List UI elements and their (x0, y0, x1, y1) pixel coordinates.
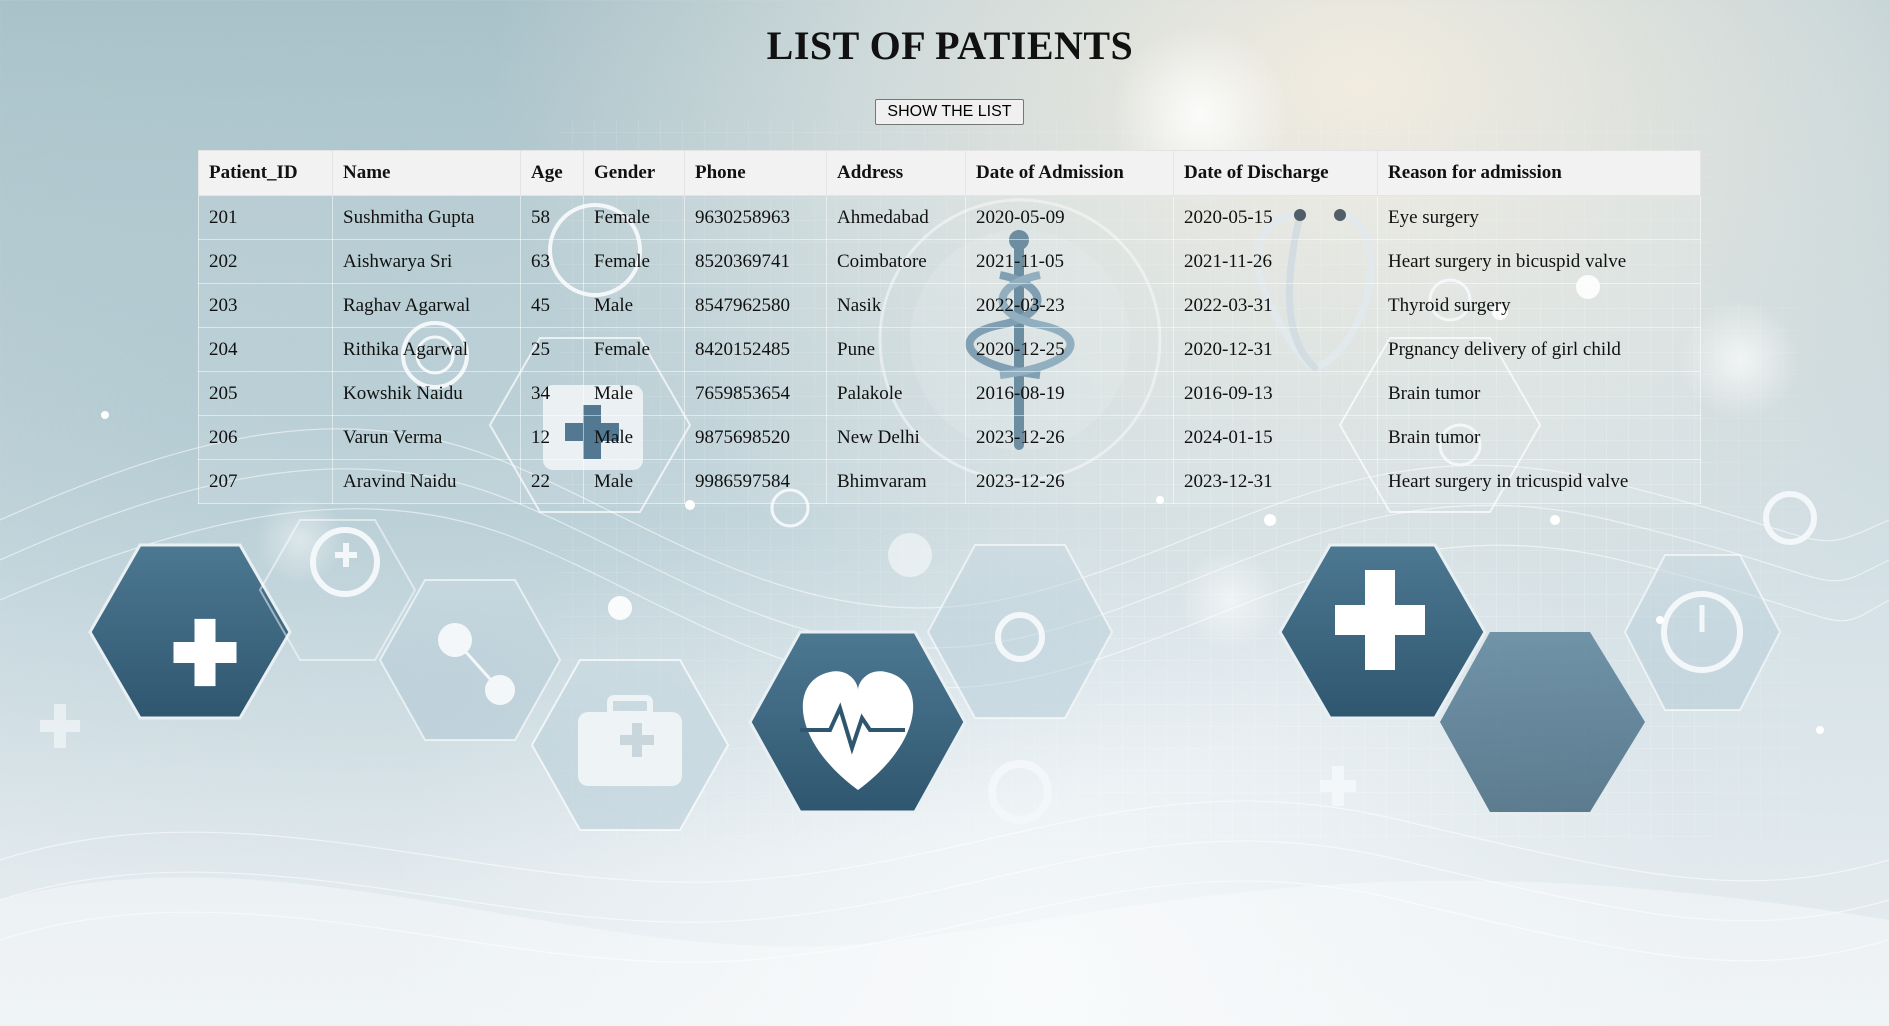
cell-phone: 8420152485 (684, 327, 827, 372)
cell-gender: Female (583, 327, 685, 372)
cell-patient-id: 205 (198, 371, 333, 416)
cell-patient-id: 207 (198, 459, 333, 504)
cell-phone: 9875698520 (684, 415, 827, 460)
cell-address: Ahmedabad (826, 195, 966, 240)
cell-name: Varun Verma (332, 415, 521, 460)
cell-age: 25 (520, 327, 584, 372)
cell-age: 34 (520, 371, 584, 416)
cell-gender: Female (583, 239, 685, 284)
cell-phone: 8520369741 (684, 239, 827, 284)
cell-age: 12 (520, 415, 584, 460)
header-reason: Reason for admission (1377, 150, 1701, 196)
header-address: Address (826, 150, 966, 196)
table-row: 202 Aishwarya Sri 63 Female 8520369741 C… (198, 239, 1701, 284)
header-discharge-date: Date of Discharge (1173, 150, 1378, 196)
cell-admission-date: 2023-12-26 (965, 415, 1174, 460)
header-age: Age (520, 150, 584, 196)
cell-admission-date: 2023-12-26 (965, 459, 1174, 504)
table-row: 205 Kowshik Naidu 34 Male 7659853654 Pal… (198, 371, 1701, 416)
cell-age: 45 (520, 283, 584, 328)
cell-name: Aravind Naidu (332, 459, 521, 504)
cell-discharge-date: 2022-03-31 (1173, 283, 1378, 328)
table-row: 201 Sushmitha Gupta 58 Female 9630258963… (198, 195, 1701, 240)
medical-cross-icon (88, 543, 292, 720)
header-patient-id: Patient_ID (198, 150, 333, 196)
cell-discharge-date: 2021-11-26 (1173, 239, 1378, 284)
header-admission-date: Date of Admission (965, 150, 1174, 196)
cell-name: Sushmitha Gupta (332, 195, 521, 240)
cell-patient-id: 206 (198, 415, 333, 460)
patients-table-container: Patient_ID Name Age Gender Phone Address… (198, 150, 1701, 504)
cell-reason: Heart surgery in bicuspid valve (1377, 239, 1701, 284)
cell-phone: 9986597584 (684, 459, 827, 504)
cell-reason: Thyroid surgery (1377, 283, 1701, 328)
cell-name: Raghav Agarwal (332, 283, 521, 328)
table-row: 203 Raghav Agarwal 45 Male 8547962580 Na… (198, 283, 1701, 328)
cell-discharge-date: 2024-01-15 (1173, 415, 1378, 460)
cell-reason: Brain tumor (1377, 371, 1701, 416)
cell-reason: Prgnancy delivery of girl child (1377, 327, 1701, 372)
cell-phone: 7659853654 (684, 371, 827, 416)
header-name: Name (332, 150, 521, 196)
cell-discharge-date: 2020-12-31 (1173, 327, 1378, 372)
cell-gender: Male (583, 283, 685, 328)
table-header-row: Patient_ID Name Age Gender Phone Address… (198, 150, 1701, 196)
cell-discharge-date: 2016-09-13 (1173, 371, 1378, 416)
cell-admission-date: 2022-03-23 (965, 283, 1174, 328)
cell-discharge-date: 2023-12-31 (1173, 459, 1378, 504)
cell-admission-date: 2016-08-19 (965, 371, 1174, 416)
cell-patient-id: 202 (198, 239, 333, 284)
show-list-button[interactable]: SHOW THE LIST (875, 99, 1024, 125)
cell-gender: Male (583, 371, 685, 416)
cell-age: 63 (520, 239, 584, 284)
cell-reason: Eye surgery (1377, 195, 1701, 240)
patients-table: Patient_ID Name Age Gender Phone Address… (198, 150, 1701, 504)
cell-age: 22 (520, 459, 584, 504)
cell-address: Palakole (826, 371, 966, 416)
page-title: LIST OF PATIENTS (766, 23, 1134, 68)
cell-address: Nasik (826, 283, 966, 328)
cell-phone: 8547962580 (684, 283, 827, 328)
cell-phone: 9630258963 (684, 195, 827, 240)
cell-admission-date: 2020-12-25 (965, 327, 1174, 372)
cell-patient-id: 203 (198, 283, 333, 328)
cell-patient-id: 201 (198, 195, 333, 240)
cell-address: Bhimvaram (826, 459, 966, 504)
cell-discharge-date: 2020-05-15 (1173, 195, 1378, 240)
table-row: 204 Rithika Agarwal 25 Female 8420152485… (198, 327, 1701, 372)
cell-admission-date: 2020-05-09 (965, 195, 1174, 240)
cell-admission-date: 2021-11-05 (965, 239, 1174, 284)
cell-name: Kowshik Naidu (332, 371, 521, 416)
cell-age: 58 (520, 195, 584, 240)
cell-patient-id: 204 (198, 327, 333, 372)
cell-address: Pune (826, 327, 966, 372)
header-phone: Phone (684, 150, 827, 196)
cell-reason: Heart surgery in tricuspid valve (1377, 459, 1701, 504)
cell-reason: Brain tumor (1377, 415, 1701, 460)
cell-gender: Female (583, 195, 685, 240)
table-row: 207 Aravind Naidu 22 Male 9986597584 Bhi… (198, 459, 1701, 504)
cell-gender: Male (583, 459, 685, 504)
header-gender: Gender (583, 150, 685, 196)
cell-address: Coimbatore (826, 239, 966, 284)
cell-name: Rithika Agarwal (332, 327, 521, 372)
table-row: 206 Varun Verma 12 Male 9875698520 New D… (198, 415, 1701, 460)
cell-name: Aishwarya Sri (332, 239, 521, 284)
cell-gender: Male (583, 415, 685, 460)
cell-address: New Delhi (826, 415, 966, 460)
